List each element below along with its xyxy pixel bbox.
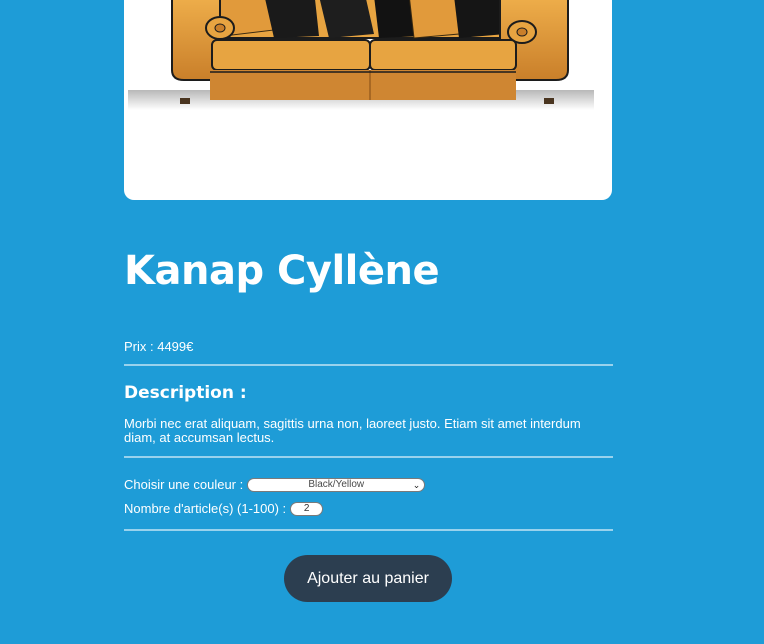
- divider: [124, 529, 613, 531]
- product-title: Kanap Cyllène: [124, 248, 440, 294]
- quantity-option-row: Nombre d'article(s) (1-100) : 2: [124, 501, 324, 516]
- product-image-card: [124, 0, 612, 200]
- quantity-label: Nombre d'article(s) (1-100) :: [124, 501, 287, 516]
- add-to-cart-label: Ajouter au panier: [307, 569, 429, 587]
- divider: [124, 364, 613, 366]
- color-select-value: Black/Yellow: [308, 479, 365, 490]
- product-price: Prix : 4499€: [124, 339, 194, 354]
- quantity-input[interactable]: 2: [290, 501, 324, 516]
- product-description: Morbi nec erat aliquam, sagittis urna no…: [124, 416, 581, 445]
- add-to-cart-button[interactable]: Ajouter au panier: [284, 555, 452, 602]
- divider: [124, 456, 613, 458]
- chevron-down-icon: ⌄: [412, 479, 421, 490]
- sofa-image: [128, 0, 594, 110]
- color-select[interactable]: Black/Yellow ⌄: [247, 477, 426, 492]
- description-heading: Description :: [124, 383, 247, 403]
- color-option-row: Choisir une couleur : Black/Yellow ⌄: [124, 477, 426, 492]
- color-select-label: Choisir une couleur :: [124, 477, 244, 492]
- quantity-value: 2: [303, 503, 310, 514]
- product-page: Kanap Cyllène Prix : 4499€ Description :…: [0, 0, 764, 644]
